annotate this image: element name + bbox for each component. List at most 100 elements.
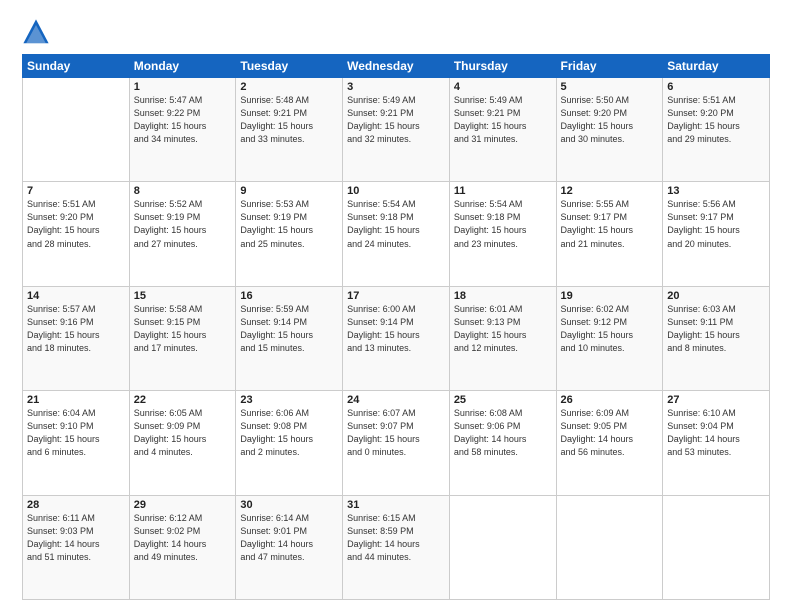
day-info: Sunrise: 5:53 AM Sunset: 9:19 PM Dayligh… [240,198,338,250]
day-header-wednesday: Wednesday [343,55,450,78]
week-row-3: 14Sunrise: 5:57 AM Sunset: 9:16 PM Dayli… [23,286,770,390]
day-info: Sunrise: 5:57 AM Sunset: 9:16 PM Dayligh… [27,303,125,355]
day-info: Sunrise: 5:47 AM Sunset: 9:22 PM Dayligh… [134,94,232,146]
day-number: 25 [454,394,552,406]
calendar-cell: 19Sunrise: 6:02 AM Sunset: 9:12 PM Dayli… [556,286,663,390]
day-number: 10 [347,185,445,197]
day-info: Sunrise: 6:07 AM Sunset: 9:07 PM Dayligh… [347,407,445,459]
calendar-cell [23,78,130,182]
day-info: Sunrise: 6:12 AM Sunset: 9:02 PM Dayligh… [134,512,232,564]
day-number: 13 [667,185,765,197]
day-number: 23 [240,394,338,406]
day-number: 15 [134,290,232,302]
calendar-cell: 24Sunrise: 6:07 AM Sunset: 9:07 PM Dayli… [343,391,450,495]
day-header-saturday: Saturday [663,55,770,78]
day-info: Sunrise: 6:08 AM Sunset: 9:06 PM Dayligh… [454,407,552,459]
day-header-monday: Monday [129,55,236,78]
day-number: 1 [134,81,232,93]
calendar-cell: 31Sunrise: 6:15 AM Sunset: 8:59 PM Dayli… [343,495,450,599]
header [22,18,770,46]
calendar-cell: 27Sunrise: 6:10 AM Sunset: 9:04 PM Dayli… [663,391,770,495]
calendar-cell: 2Sunrise: 5:48 AM Sunset: 9:21 PM Daylig… [236,78,343,182]
day-number: 18 [454,290,552,302]
calendar-cell: 20Sunrise: 6:03 AM Sunset: 9:11 PM Dayli… [663,286,770,390]
day-info: Sunrise: 5:59 AM Sunset: 9:14 PM Dayligh… [240,303,338,355]
calendar-cell: 9Sunrise: 5:53 AM Sunset: 9:19 PM Daylig… [236,182,343,286]
day-info: Sunrise: 5:49 AM Sunset: 9:21 PM Dayligh… [454,94,552,146]
day-info: Sunrise: 5:55 AM Sunset: 9:17 PM Dayligh… [561,198,659,250]
day-info: Sunrise: 5:56 AM Sunset: 9:17 PM Dayligh… [667,198,765,250]
week-row-4: 21Sunrise: 6:04 AM Sunset: 9:10 PM Dayli… [23,391,770,495]
calendar-cell: 28Sunrise: 6:11 AM Sunset: 9:03 PM Dayli… [23,495,130,599]
calendar-cell: 10Sunrise: 5:54 AM Sunset: 9:18 PM Dayli… [343,182,450,286]
day-number: 16 [240,290,338,302]
logo-icon [22,18,50,46]
day-info: Sunrise: 6:02 AM Sunset: 9:12 PM Dayligh… [561,303,659,355]
day-info: Sunrise: 6:09 AM Sunset: 9:05 PM Dayligh… [561,407,659,459]
header-row: SundayMondayTuesdayWednesdayThursdayFrid… [23,55,770,78]
day-number: 22 [134,394,232,406]
day-info: Sunrise: 6:14 AM Sunset: 9:01 PM Dayligh… [240,512,338,564]
day-number: 4 [454,81,552,93]
day-info: Sunrise: 5:49 AM Sunset: 9:21 PM Dayligh… [347,94,445,146]
calendar-cell: 25Sunrise: 6:08 AM Sunset: 9:06 PM Dayli… [449,391,556,495]
day-info: Sunrise: 6:11 AM Sunset: 9:03 PM Dayligh… [27,512,125,564]
logo [22,18,56,46]
calendar-cell: 14Sunrise: 5:57 AM Sunset: 9:16 PM Dayli… [23,286,130,390]
day-number: 9 [240,185,338,197]
calendar-cell: 4Sunrise: 5:49 AM Sunset: 9:21 PM Daylig… [449,78,556,182]
calendar-cell: 22Sunrise: 6:05 AM Sunset: 9:09 PM Dayli… [129,391,236,495]
day-number: 3 [347,81,445,93]
day-info: Sunrise: 6:04 AM Sunset: 9:10 PM Dayligh… [27,407,125,459]
day-number: 27 [667,394,765,406]
day-number: 6 [667,81,765,93]
day-header-thursday: Thursday [449,55,556,78]
day-info: Sunrise: 5:54 AM Sunset: 9:18 PM Dayligh… [347,198,445,250]
day-info: Sunrise: 6:01 AM Sunset: 9:13 PM Dayligh… [454,303,552,355]
calendar-cell [663,495,770,599]
day-number: 29 [134,499,232,511]
page: SundayMondayTuesdayWednesdayThursdayFrid… [0,0,792,612]
day-info: Sunrise: 6:10 AM Sunset: 9:04 PM Dayligh… [667,407,765,459]
calendar-cell: 11Sunrise: 5:54 AM Sunset: 9:18 PM Dayli… [449,182,556,286]
calendar-cell: 29Sunrise: 6:12 AM Sunset: 9:02 PM Dayli… [129,495,236,599]
calendar-cell [556,495,663,599]
calendar-cell: 7Sunrise: 5:51 AM Sunset: 9:20 PM Daylig… [23,182,130,286]
day-header-tuesday: Tuesday [236,55,343,78]
calendar-cell: 12Sunrise: 5:55 AM Sunset: 9:17 PM Dayli… [556,182,663,286]
day-number: 30 [240,499,338,511]
calendar-cell [449,495,556,599]
week-row-2: 7Sunrise: 5:51 AM Sunset: 9:20 PM Daylig… [23,182,770,286]
calendar-cell: 1Sunrise: 5:47 AM Sunset: 9:22 PM Daylig… [129,78,236,182]
day-number: 26 [561,394,659,406]
day-number: 28 [27,499,125,511]
calendar-cell: 5Sunrise: 5:50 AM Sunset: 9:20 PM Daylig… [556,78,663,182]
calendar-cell: 15Sunrise: 5:58 AM Sunset: 9:15 PM Dayli… [129,286,236,390]
day-info: Sunrise: 5:48 AM Sunset: 9:21 PM Dayligh… [240,94,338,146]
calendar: SundayMondayTuesdayWednesdayThursdayFrid… [22,54,770,600]
day-number: 24 [347,394,445,406]
calendar-cell: 23Sunrise: 6:06 AM Sunset: 9:08 PM Dayli… [236,391,343,495]
day-info: Sunrise: 5:58 AM Sunset: 9:15 PM Dayligh… [134,303,232,355]
day-info: Sunrise: 5:54 AM Sunset: 9:18 PM Dayligh… [454,198,552,250]
calendar-cell: 13Sunrise: 5:56 AM Sunset: 9:17 PM Dayli… [663,182,770,286]
day-number: 5 [561,81,659,93]
day-info: Sunrise: 6:15 AM Sunset: 8:59 PM Dayligh… [347,512,445,564]
calendar-cell: 6Sunrise: 5:51 AM Sunset: 9:20 PM Daylig… [663,78,770,182]
day-header-sunday: Sunday [23,55,130,78]
day-number: 19 [561,290,659,302]
day-number: 20 [667,290,765,302]
calendar-cell: 16Sunrise: 5:59 AM Sunset: 9:14 PM Dayli… [236,286,343,390]
day-info: Sunrise: 6:03 AM Sunset: 9:11 PM Dayligh… [667,303,765,355]
day-number: 2 [240,81,338,93]
calendar-cell: 26Sunrise: 6:09 AM Sunset: 9:05 PM Dayli… [556,391,663,495]
day-info: Sunrise: 6:05 AM Sunset: 9:09 PM Dayligh… [134,407,232,459]
day-number: 17 [347,290,445,302]
day-number: 7 [27,185,125,197]
calendar-cell: 8Sunrise: 5:52 AM Sunset: 9:19 PM Daylig… [129,182,236,286]
day-info: Sunrise: 6:06 AM Sunset: 9:08 PM Dayligh… [240,407,338,459]
calendar-body: 1Sunrise: 5:47 AM Sunset: 9:22 PM Daylig… [23,78,770,600]
day-info: Sunrise: 5:51 AM Sunset: 9:20 PM Dayligh… [667,94,765,146]
day-number: 11 [454,185,552,197]
calendar-cell: 18Sunrise: 6:01 AM Sunset: 9:13 PM Dayli… [449,286,556,390]
